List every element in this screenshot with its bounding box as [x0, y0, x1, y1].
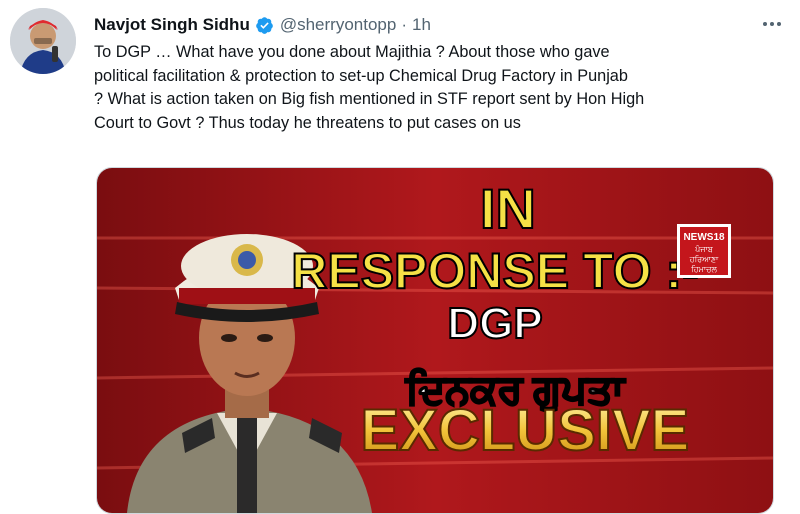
author-avatar[interactable]: [10, 8, 76, 74]
media-graphic: IN RESPONSE TO :- DGP ਦਿਨਕਰ ਗੁਪਤਾ EXCLUS…: [97, 168, 773, 513]
tweet-timestamp[interactable]: 1h: [412, 15, 431, 35]
logo-line2: ਪੰਜਾਬ: [694, 244, 714, 254]
more-options-icon[interactable]: [760, 14, 784, 34]
headline-dgp: DGP: [447, 299, 542, 348]
headline-response: RESPONSE TO :-: [291, 243, 698, 299]
headline-in: IN: [480, 177, 536, 240]
tweet-card[interactable]: Navjot Singh Sidhu @sherryontopp · 1h To…: [0, 0, 800, 514]
logo-line4: ਹਿਮਾਚਲ: [690, 265, 717, 274]
logo-line3: ਹਰਿਆਣਾ: [689, 255, 719, 264]
tweet-text: To DGP … What have you done about Majith…: [94, 43, 645, 132]
verified-badge-icon: [255, 16, 274, 35]
logo-top: NEWS18: [683, 232, 725, 243]
news18-logo: NEWS18 ਪੰਜਾਬ ਹਰਿਆਣਾ ਹਿਮਾਚਲ: [677, 224, 731, 278]
author-name[interactable]: Navjot Singh Sidhu: [94, 15, 250, 35]
tweet-header: Navjot Singh Sidhu @sherryontopp · 1h: [94, 12, 431, 38]
avatar-image: [10, 8, 76, 74]
author-handle[interactable]: @sherryontopp: [280, 15, 397, 35]
headline-exclusive: EXCLUSIVE: [361, 398, 690, 463]
header-separator: ·: [401, 15, 408, 34]
tweet-media-image[interactable]: IN RESPONSE TO :- DGP ਦਿਨਕਰ ਗੁਪਤਾ EXCLUS…: [96, 167, 774, 514]
